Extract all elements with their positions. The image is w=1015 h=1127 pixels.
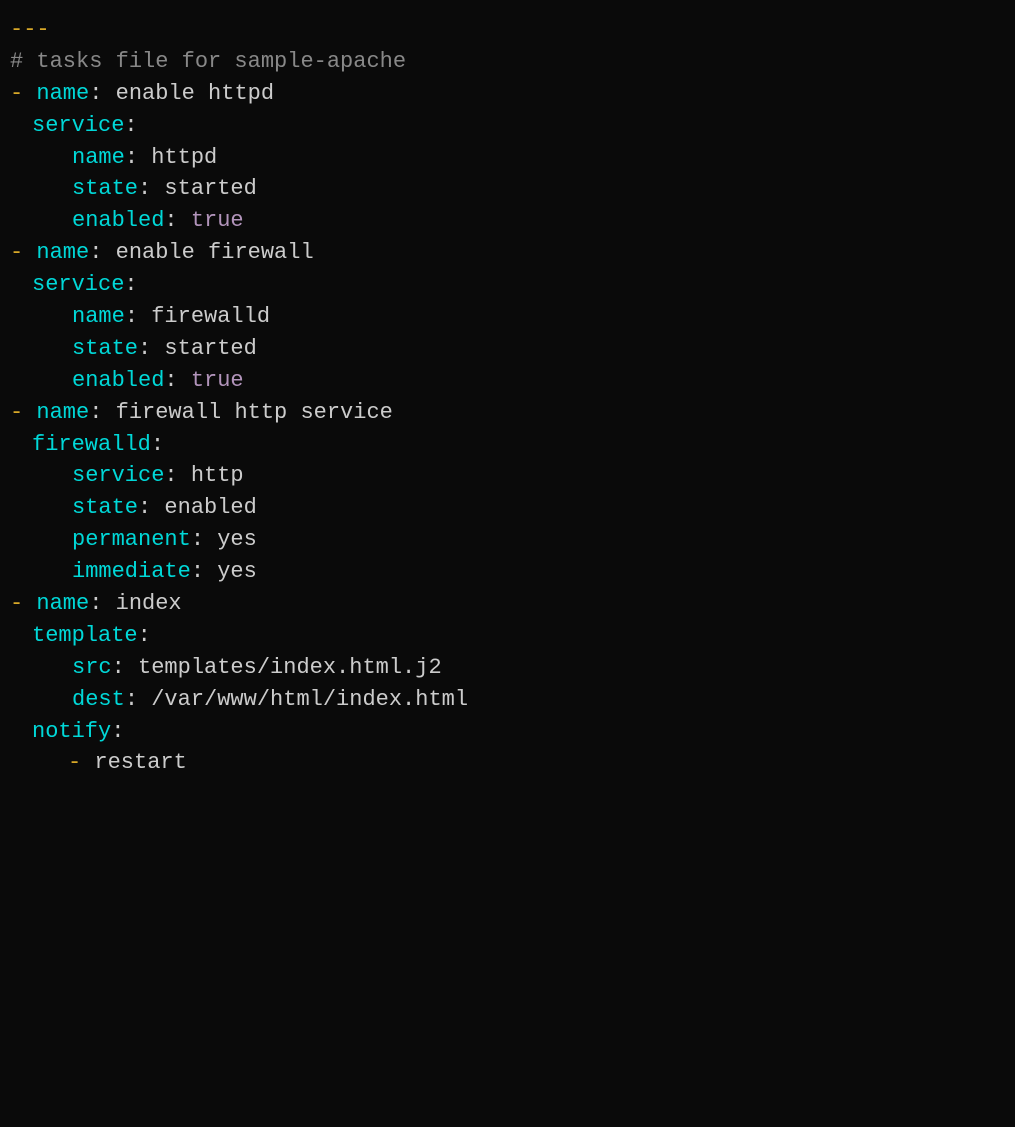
block1-field3-key: enabled xyxy=(72,205,164,237)
block3-module: firewalld xyxy=(32,429,151,461)
block3-field1-colon: : xyxy=(164,460,177,492)
block2-field1-key: name xyxy=(72,301,125,333)
block2-module: service xyxy=(32,269,124,301)
block3-field2-key: state xyxy=(72,492,138,524)
block3-field2-value: enabled xyxy=(151,492,257,524)
block1-field2-colon: : xyxy=(138,173,151,205)
block1-module-line: service: xyxy=(0,110,1015,142)
block4-name-line: - name: index xyxy=(0,588,1015,620)
comment-text: # tasks file for sample-apache xyxy=(10,46,406,78)
block2-field3: enabled: true xyxy=(0,365,1015,397)
block4-field2-key: dest xyxy=(72,684,125,716)
block4-module: template xyxy=(32,620,138,652)
block3-dash: - xyxy=(10,397,36,429)
block1-field1-colon: : xyxy=(125,142,138,174)
block1-name-key: name xyxy=(36,78,89,110)
block4-dash: - xyxy=(10,588,36,620)
block1-field3-value: true xyxy=(178,205,244,237)
block1-module: service xyxy=(32,110,124,142)
comment-line: # tasks file for sample-apache xyxy=(0,46,1015,78)
block4-notify-colon: : xyxy=(111,716,124,748)
block1-field2: state: started xyxy=(0,173,1015,205)
block2-field2-key: state xyxy=(72,333,138,365)
block2-dash: - xyxy=(10,237,36,269)
block3-field3-value: yes xyxy=(204,524,257,556)
block3-field3-colon: : xyxy=(191,524,204,556)
block3-field4-value: yes xyxy=(204,556,257,588)
block4-module-colon: : xyxy=(138,620,151,652)
block3-module-line: firewalld: xyxy=(0,429,1015,461)
block2-field3-key: enabled xyxy=(72,365,164,397)
block2-name-line: - name: enable firewall xyxy=(0,237,1015,269)
block3-field3-key: permanent xyxy=(72,524,191,556)
block3-module-colon: : xyxy=(151,429,164,461)
block4-name-colon: : xyxy=(89,588,102,620)
block4-notify-item1: - restart xyxy=(0,747,1015,779)
block3-name-key: name xyxy=(36,397,89,429)
block4-module-line: template: xyxy=(0,620,1015,652)
block2-module-line: service: xyxy=(0,269,1015,301)
block2-field2: state: started xyxy=(0,333,1015,365)
separator-line: --- xyxy=(0,14,1015,46)
block1-name-colon: : xyxy=(89,78,102,110)
block3-name-line: - name: firewall http service xyxy=(0,397,1015,429)
block2-field1: name: firewalld xyxy=(0,301,1015,333)
block1-field3-colon: : xyxy=(164,205,177,237)
block1-name-value: enable httpd xyxy=(102,78,274,110)
block4-field1-key: src xyxy=(72,652,112,684)
block1-module-colon: : xyxy=(124,110,137,142)
block2-field3-value: true xyxy=(178,365,244,397)
block4-field1-colon: : xyxy=(112,652,125,684)
block2-field2-value: started xyxy=(151,333,257,365)
block4-field2: dest: /var/www/html/index.html xyxy=(0,684,1015,716)
block2-field2-colon: : xyxy=(138,333,151,365)
block2-field3-colon: : xyxy=(164,365,177,397)
block4-notify-line: notify: xyxy=(0,716,1015,748)
block4-name-value: index xyxy=(102,588,181,620)
block4-field1: src: templates/index.html.j2 xyxy=(0,652,1015,684)
block4-notify-dash: - xyxy=(68,747,94,779)
block1-field3: enabled: true xyxy=(0,205,1015,237)
block4-field1-value: templates/index.html.j2 xyxy=(125,652,442,684)
block3-name-value: firewall http service xyxy=(102,397,392,429)
block1-field2-value: started xyxy=(151,173,257,205)
block4-field2-colon: : xyxy=(125,684,138,716)
block3-name-colon: : xyxy=(89,397,102,429)
block3-field4-key: immediate xyxy=(72,556,191,588)
block3-field1-key: service xyxy=(72,460,164,492)
block1-dash: - xyxy=(10,78,36,110)
block1-field2-key: state xyxy=(72,173,138,205)
block2-name-value: enable firewall xyxy=(102,237,313,269)
block2-name-colon: : xyxy=(89,237,102,269)
block2-module-colon: : xyxy=(124,269,137,301)
block1-field1: name: httpd xyxy=(0,142,1015,174)
block3-field2-colon: : xyxy=(138,492,151,524)
block2-field1-value: firewalld xyxy=(138,301,270,333)
block4-notify-value: restart xyxy=(94,747,186,779)
block1-name-line: - name: enable httpd xyxy=(0,78,1015,110)
block4-name-key: name xyxy=(36,588,89,620)
block4-notify-key: notify xyxy=(32,716,111,748)
block3-field4-colon: : xyxy=(191,556,204,588)
block3-field4: immediate: yes xyxy=(0,556,1015,588)
block3-field1: service: http xyxy=(0,460,1015,492)
block3-field2: state: enabled xyxy=(0,492,1015,524)
code-editor: --- # tasks file for sample-apache - nam… xyxy=(0,10,1015,783)
block2-name-key: name xyxy=(36,237,89,269)
block2-field1-colon: : xyxy=(125,301,138,333)
block3-field1-value: http xyxy=(178,460,244,492)
block4-field2-value: /var/www/html/index.html xyxy=(138,684,468,716)
block1-field1-key: name xyxy=(72,142,125,174)
block3-field3: permanent: yes xyxy=(0,524,1015,556)
separator-text: --- xyxy=(10,14,50,46)
block1-field1-value: httpd xyxy=(138,142,217,174)
